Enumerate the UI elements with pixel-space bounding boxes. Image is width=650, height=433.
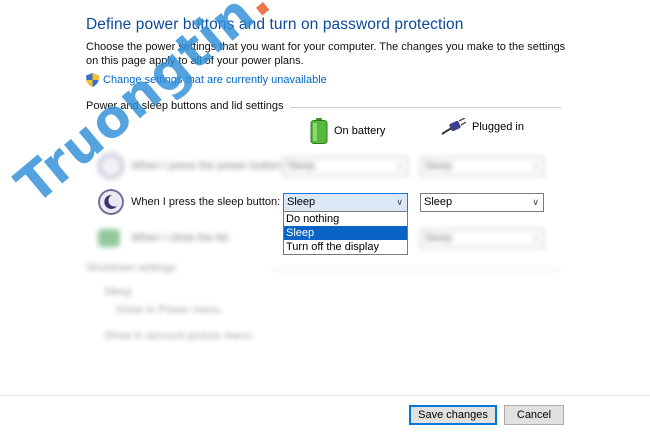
option-do-nothing[interactable]: Do nothing xyxy=(284,212,407,226)
power-button-battery-value: Sleep xyxy=(287,160,316,172)
chevron-down-icon: ∨ xyxy=(532,197,539,207)
sleep-button-battery-select[interactable]: Sleep ∨ xyxy=(283,193,408,212)
cancel-button[interactable]: Cancel xyxy=(504,405,564,425)
lid-plugged-select[interactable]: Sleep ∨ xyxy=(420,229,544,248)
chevron-down-icon: ∨ xyxy=(532,161,539,171)
sleep-button-plugged-value: Sleep xyxy=(424,196,453,208)
shutdown-settings-section: Shutdown settings Sleep Show in Power me… xyxy=(86,262,561,342)
chevron-down-icon: ∨ xyxy=(532,233,539,243)
sleep-button-plugged-select[interactable]: Sleep ∨ xyxy=(420,193,544,212)
shutdown-settings-title: Shutdown settings xyxy=(86,262,176,274)
lid-plugged-value: Sleep xyxy=(424,232,453,244)
shutdown-option-account[interactable]: Show in account picture menu. xyxy=(104,330,254,342)
save-changes-button[interactable]: Save changes xyxy=(409,405,497,425)
sleep-button-battery-value: Sleep xyxy=(287,196,316,208)
power-button-battery-select[interactable]: Sleep ∨ xyxy=(283,157,408,176)
footer-divider xyxy=(0,395,650,396)
column-battery-label: On battery xyxy=(334,125,386,137)
option-sleep[interactable]: Sleep xyxy=(284,226,407,240)
shutdown-option-desc: Show in Power menu. xyxy=(116,304,223,316)
battery-icon xyxy=(310,118,328,144)
laptop-lid-icon xyxy=(98,229,120,247)
shutdown-divider xyxy=(271,269,561,270)
sleep-button-battery-options: Do nothing Sleep Turn off the display xyxy=(283,211,408,255)
power-button-label: When I press the power button: xyxy=(131,160,284,172)
column-header-battery: On battery xyxy=(310,118,385,144)
sleep-button-label: When I press the sleep button: xyxy=(131,196,281,208)
power-button-plugged-select[interactable]: Sleep ∨ xyxy=(420,157,544,176)
chevron-down-icon: ∨ xyxy=(396,161,403,171)
power-plug-icon xyxy=(441,118,466,135)
sleep-button-icon xyxy=(98,189,124,215)
section-divider xyxy=(289,106,561,108)
chevron-down-icon: ∨ xyxy=(396,197,403,207)
shutdown-option-sleep[interactable]: Sleep xyxy=(104,286,254,298)
uac-shield-icon xyxy=(86,73,99,87)
option-turn-off-display[interactable]: Turn off the display xyxy=(284,240,407,254)
lid-label: When I close the lid: xyxy=(131,232,231,244)
column-plugged-label: Plugged in xyxy=(472,121,524,133)
column-header-plugged: Plugged in xyxy=(440,118,524,136)
power-button-plugged-value: Sleep xyxy=(424,160,453,172)
